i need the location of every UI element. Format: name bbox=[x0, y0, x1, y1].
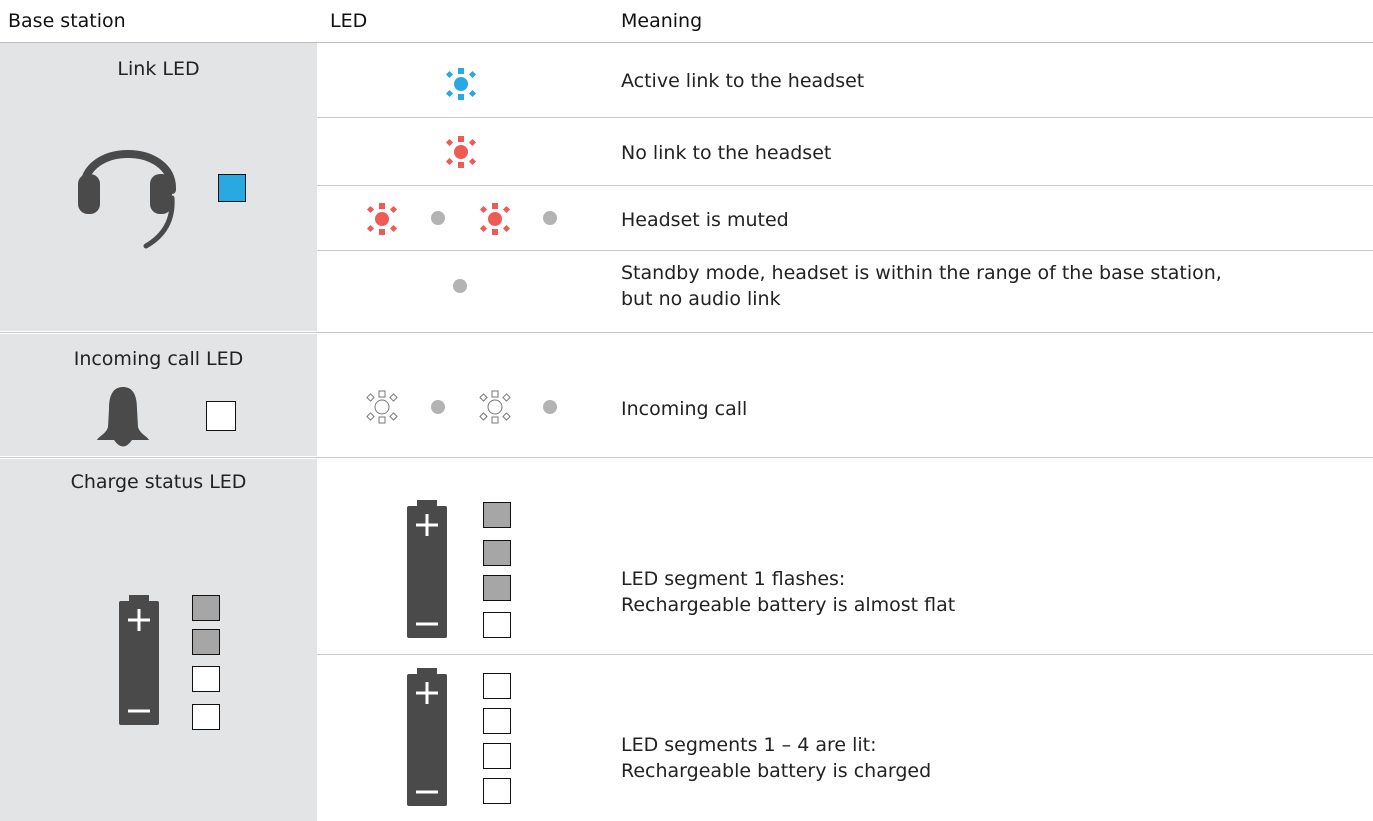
battery-segment bbox=[192, 704, 220, 730]
led-burst-icon bbox=[479, 203, 511, 235]
meaning-text: Active link to the headset bbox=[621, 70, 865, 92]
meaning-line: but no audio link bbox=[621, 288, 781, 310]
meaning-text: Standby mode, headset is within the rang… bbox=[621, 260, 1222, 312]
meaning-text: LED segments 1 – 4 are lit: Rechargeable… bbox=[621, 732, 931, 784]
battery-segment bbox=[483, 673, 511, 699]
header-divider bbox=[0, 42, 1373, 43]
battery-segment bbox=[483, 778, 511, 804]
headset-icon bbox=[78, 150, 177, 249]
meaning-text: No link to the headset bbox=[621, 142, 832, 164]
row-divider bbox=[317, 117, 1373, 118]
led-burst-icon bbox=[445, 68, 477, 100]
battery-icon bbox=[119, 595, 159, 725]
meaning-line: Standby mode, headset is within the rang… bbox=[621, 262, 1222, 284]
row-divider bbox=[317, 250, 1373, 251]
column-header-led: LED bbox=[330, 10, 368, 32]
meaning-line: Rechargeable battery is charged bbox=[621, 760, 932, 782]
battery-segment bbox=[483, 612, 511, 638]
led-off-dot-icon bbox=[543, 211, 557, 225]
led-off-dot-icon bbox=[453, 279, 467, 293]
column-header-meaning: Meaning bbox=[621, 10, 703, 32]
led-off-dot-icon bbox=[431, 211, 445, 225]
meaning-text: Incoming call bbox=[621, 398, 748, 420]
charge-status-title: Charge status LED bbox=[70, 471, 247, 493]
led-burst-icon bbox=[366, 203, 398, 235]
meaning-line: LED segments 1 – 4 are lit: bbox=[621, 734, 877, 756]
link-led-title: Link LED bbox=[117, 58, 200, 80]
meaning-line: Rechargeable battery is almost flat bbox=[621, 594, 956, 616]
led-burst-icon bbox=[366, 390, 398, 424]
battery-segment bbox=[483, 743, 511, 769]
led-burst-icon bbox=[445, 136, 477, 168]
battery-segment bbox=[192, 629, 220, 655]
battery-segment bbox=[483, 708, 511, 734]
battery-segment bbox=[483, 540, 511, 566]
group-divider bbox=[0, 332, 1373, 333]
battery-segment bbox=[192, 595, 220, 621]
incoming-call-title: Incoming call LED bbox=[73, 348, 244, 370]
meaning-text: Headset is muted bbox=[621, 209, 789, 231]
led-burst-icon bbox=[479, 390, 511, 424]
row-divider bbox=[317, 185, 1373, 186]
battery-segment bbox=[192, 666, 220, 692]
battery-segment bbox=[483, 575, 511, 601]
battery-icon bbox=[407, 500, 447, 638]
link-indicator-square bbox=[218, 174, 246, 202]
bell-icon bbox=[97, 387, 149, 447]
battery-icon bbox=[407, 668, 447, 806]
row-divider bbox=[317, 654, 1373, 655]
column-header-base-station: Base station bbox=[8, 10, 126, 32]
group-divider bbox=[0, 457, 1373, 458]
battery-segment bbox=[483, 502, 511, 528]
incoming-indicator-square bbox=[206, 401, 236, 431]
led-off-dot-icon bbox=[431, 400, 445, 414]
meaning-line: LED segment 1 flashes: bbox=[621, 568, 846, 590]
led-off-dot-icon bbox=[543, 400, 557, 414]
meaning-text: LED segment 1 flashes: Rechargeable batt… bbox=[621, 566, 955, 618]
